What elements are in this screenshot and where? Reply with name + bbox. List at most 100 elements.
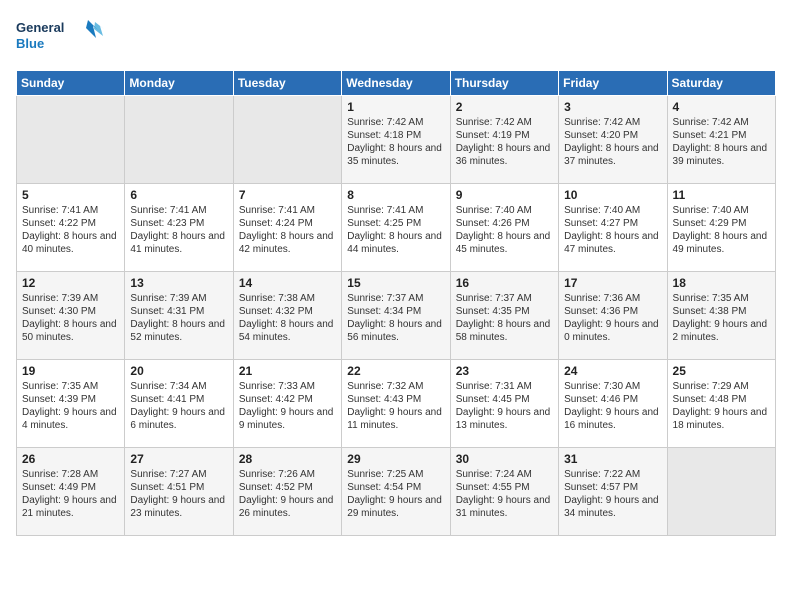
cell-text-line: Sunrise: 7:41 AM — [22, 204, 119, 217]
day-number: 21 — [239, 364, 336, 378]
weekday-header: Tuesday — [233, 71, 341, 96]
cell-text-line: Sunset: 4:19 PM — [456, 129, 553, 142]
cell-text-line: Daylight: 9 hours and 13 minutes. — [456, 406, 553, 432]
cell-text-line: Daylight: 8 hours and 47 minutes. — [564, 230, 661, 256]
calendar-cell: 26Sunrise: 7:28 AMSunset: 4:49 PMDayligh… — [17, 448, 125, 536]
calendar-body: 1Sunrise: 7:42 AMSunset: 4:18 PMDaylight… — [17, 96, 776, 536]
cell-text-line: Sunrise: 7:40 AM — [564, 204, 661, 217]
weekday-header: Monday — [125, 71, 233, 96]
calendar-week-row: 26Sunrise: 7:28 AMSunset: 4:49 PMDayligh… — [17, 448, 776, 536]
cell-text-line: Sunrise: 7:38 AM — [239, 292, 336, 305]
cell-text-line: Sunset: 4:45 PM — [456, 393, 553, 406]
cell-text-line: Sunrise: 7:26 AM — [239, 468, 336, 481]
cell-text-line: Daylight: 8 hours and 49 minutes. — [673, 230, 770, 256]
cell-text-line: Daylight: 8 hours and 56 minutes. — [347, 318, 444, 344]
calendar-cell: 2Sunrise: 7:42 AMSunset: 4:19 PMDaylight… — [450, 96, 558, 184]
cell-text-line: Sunset: 4:18 PM — [347, 129, 444, 142]
day-number: 16 — [456, 276, 553, 290]
cell-text-line: Sunrise: 7:42 AM — [456, 116, 553, 129]
day-number: 27 — [130, 452, 227, 466]
day-number: 5 — [22, 188, 119, 202]
cell-text-line: Daylight: 9 hours and 11 minutes. — [347, 406, 444, 432]
cell-text-line: Sunset: 4:51 PM — [130, 481, 227, 494]
cell-text-line: Sunrise: 7:29 AM — [673, 380, 770, 393]
day-number: 3 — [564, 100, 661, 114]
calendar-header-row: SundayMondayTuesdayWednesdayThursdayFrid… — [17, 71, 776, 96]
day-number: 29 — [347, 452, 444, 466]
cell-text-line: Daylight: 9 hours and 23 minutes. — [130, 494, 227, 520]
cell-text-line: Sunrise: 7:36 AM — [564, 292, 661, 305]
day-number: 14 — [239, 276, 336, 290]
calendar-cell — [667, 448, 775, 536]
cell-text-line: Sunrise: 7:39 AM — [22, 292, 119, 305]
calendar-cell: 4Sunrise: 7:42 AMSunset: 4:21 PMDaylight… — [667, 96, 775, 184]
cell-text-line: Sunrise: 7:22 AM — [564, 468, 661, 481]
calendar-table: SundayMondayTuesdayWednesdayThursdayFrid… — [16, 70, 776, 536]
day-number: 11 — [673, 188, 770, 202]
cell-text-line: Sunset: 4:23 PM — [130, 217, 227, 230]
day-number: 7 — [239, 188, 336, 202]
cell-text-line: Sunrise: 7:40 AM — [456, 204, 553, 217]
cell-text-line: Sunset: 4:55 PM — [456, 481, 553, 494]
cell-text-line: Sunrise: 7:25 AM — [347, 468, 444, 481]
weekday-header: Wednesday — [342, 71, 450, 96]
day-number: 1 — [347, 100, 444, 114]
day-number: 8 — [347, 188, 444, 202]
calendar-week-row: 19Sunrise: 7:35 AMSunset: 4:39 PMDayligh… — [17, 360, 776, 448]
cell-text-line: Daylight: 8 hours and 58 minutes. — [456, 318, 553, 344]
cell-text-line: Sunset: 4:49 PM — [22, 481, 119, 494]
calendar-cell: 10 Sunrise: 7:40 AMSunset: 4:27 PMDayligh… — [559, 184, 667, 272]
day-number: 25 — [673, 364, 770, 378]
cell-text-line: Sunrise: 7:30 AM — [564, 380, 661, 393]
cell-text-line: Sunset: 4:25 PM — [347, 217, 444, 230]
cell-text-line: Daylight: 8 hours and 40 minutes. — [22, 230, 119, 256]
cell-text-line: Sunset: 4:42 PM — [239, 393, 336, 406]
day-number: 9 — [456, 188, 553, 202]
calendar-cell: 5Sunrise: 7:41 AMSunset: 4:22 PMDaylight… — [17, 184, 125, 272]
day-number: 12 — [22, 276, 119, 290]
cell-text-line: Daylight: 8 hours and 44 minutes. — [347, 230, 444, 256]
cell-text-line: Sunset: 4:31 PM — [130, 305, 227, 318]
calendar-cell: 27Sunrise: 7:27 AMSunset: 4:51 PMDayligh… — [125, 448, 233, 536]
calendar-week-row: 5Sunrise: 7:41 AMSunset: 4:22 PMDaylight… — [17, 184, 776, 272]
day-number: 24 — [564, 364, 661, 378]
day-number: 17 — [564, 276, 661, 290]
calendar-week-row: 1Sunrise: 7:42 AMSunset: 4:18 PMDaylight… — [17, 96, 776, 184]
calendar-cell: 3Sunrise: 7:42 AMSunset: 4:20 PMDaylight… — [559, 96, 667, 184]
calendar-cell: 7Sunrise: 7:41 AMSunset: 4:24 PMDaylight… — [233, 184, 341, 272]
cell-text-line: Sunset: 4:41 PM — [130, 393, 227, 406]
logo-svg: General Blue — [16, 16, 106, 58]
cell-text-line: Sunset: 4:36 PM — [564, 305, 661, 318]
calendar-cell: 19Sunrise: 7:35 AMSunset: 4:39 PMDayligh… — [17, 360, 125, 448]
logo: General Blue — [16, 16, 106, 58]
cell-text-line: Sunrise: 7:40 AM — [673, 204, 770, 217]
calendar-cell: 23Sunrise: 7:31 AMSunset: 4:45 PMDayligh… — [450, 360, 558, 448]
calendar-cell: 28Sunrise: 7:26 AMSunset: 4:52 PMDayligh… — [233, 448, 341, 536]
calendar-cell: 11Sunrise: 7:40 AMSunset: 4:29 PMDayligh… — [667, 184, 775, 272]
cell-text-line: Sunset: 4:24 PM — [239, 217, 336, 230]
cell-text-line: Daylight: 9 hours and 26 minutes. — [239, 494, 336, 520]
calendar-cell: 14Sunrise: 7:38 AMSunset: 4:32 PMDayligh… — [233, 272, 341, 360]
cell-text-line: Sunset: 4:32 PM — [239, 305, 336, 318]
cell-text-line: Daylight: 8 hours and 41 minutes. — [130, 230, 227, 256]
day-number: 10 — [564, 188, 661, 202]
day-number: 19 — [22, 364, 119, 378]
calendar-cell: 1Sunrise: 7:42 AMSunset: 4:18 PMDaylight… — [342, 96, 450, 184]
cell-text-line: Daylight: 9 hours and 18 minutes. — [673, 406, 770, 432]
cell-text-line: Sunset: 4:39 PM — [22, 393, 119, 406]
calendar-cell: 18Sunrise: 7:35 AMSunset: 4:38 PMDayligh… — [667, 272, 775, 360]
weekday-header: Friday — [559, 71, 667, 96]
page-header: General Blue — [16, 16, 776, 58]
cell-text-line: Sunrise: 7:41 AM — [239, 204, 336, 217]
cell-text-line: Daylight: 9 hours and 29 minutes. — [347, 494, 444, 520]
cell-text-line: Sunset: 4:20 PM — [564, 129, 661, 142]
cell-text-line: Sunset: 4:27 PM — [564, 217, 661, 230]
cell-text-line: Daylight: 9 hours and 6 minutes. — [130, 406, 227, 432]
calendar-week-row: 12Sunrise: 7:39 AMSunset: 4:30 PMDayligh… — [17, 272, 776, 360]
calendar-cell: 25Sunrise: 7:29 AMSunset: 4:48 PMDayligh… — [667, 360, 775, 448]
cell-text-line: Sunrise: 7:42 AM — [347, 116, 444, 129]
cell-text-line: Sunrise: 7:31 AM — [456, 380, 553, 393]
cell-text-line: Sunrise: 7:42 AM — [564, 116, 661, 129]
cell-text-line: Daylight: 8 hours and 39 minutes. — [673, 142, 770, 168]
cell-text-line: Daylight: 9 hours and 0 minutes. — [564, 318, 661, 344]
